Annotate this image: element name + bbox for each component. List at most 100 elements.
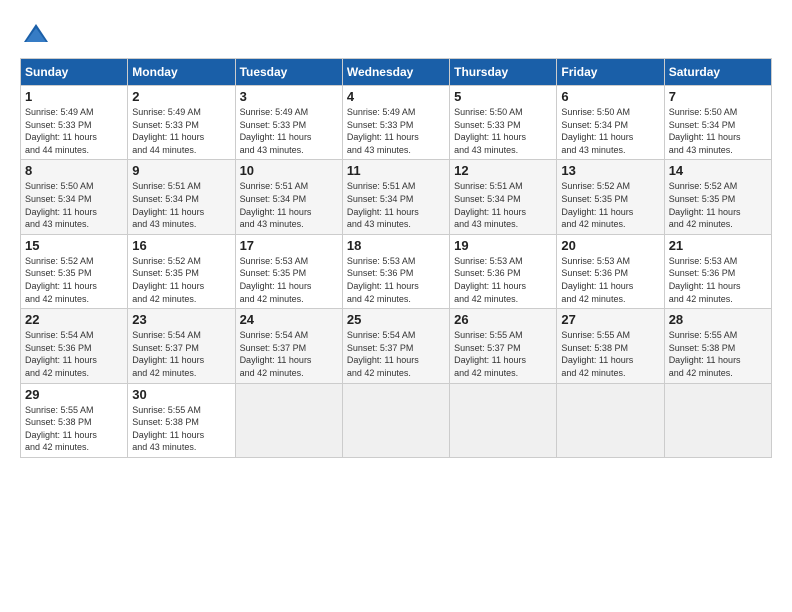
day-info: Sunrise: 5:51 AM Sunset: 5:34 PM Dayligh…	[132, 180, 230, 230]
calendar-cell	[450, 383, 557, 457]
day-number: 7	[669, 89, 767, 104]
day-number: 27	[561, 312, 659, 327]
day-info: Sunrise: 5:54 AM Sunset: 5:36 PM Dayligh…	[25, 329, 123, 379]
day-info: Sunrise: 5:50 AM Sunset: 5:33 PM Dayligh…	[454, 106, 552, 156]
day-number: 24	[240, 312, 338, 327]
calendar-cell: 8 Sunrise: 5:50 AM Sunset: 5:34 PM Daylig…	[21, 160, 128, 234]
day-info: Sunrise: 5:49 AM Sunset: 5:33 PM Dayligh…	[25, 106, 123, 156]
day-number: 12	[454, 163, 552, 178]
calendar-header: SundayMondayTuesdayWednesdayThursdayFrid…	[21, 59, 772, 86]
calendar-cell	[557, 383, 664, 457]
day-info: Sunrise: 5:49 AM Sunset: 5:33 PM Dayligh…	[132, 106, 230, 156]
header-cell-thursday: Thursday	[450, 59, 557, 86]
day-number: 20	[561, 238, 659, 253]
calendar-week-5: 29 Sunrise: 5:55 AM Sunset: 5:38 PM Dayli…	[21, 383, 772, 457]
day-number: 21	[669, 238, 767, 253]
calendar-cell: 24Sunrise: 5:54 AM Sunset: 5:37 PM Dayli…	[235, 309, 342, 383]
logo	[20, 20, 50, 48]
calendar-cell: 11 Sunrise: 5:51 AM Sunset: 5:34 PM Dayli…	[342, 160, 449, 234]
header-row: SundayMondayTuesdayWednesdayThursdayFrid…	[21, 59, 772, 86]
day-info: Sunrise: 5:50 AM Sunset: 5:34 PM Dayligh…	[25, 180, 123, 230]
calendar-cell: 12 Sunrise: 5:51 AM Sunset: 5:34 PM Dayli…	[450, 160, 557, 234]
day-number: 23	[132, 312, 230, 327]
day-info: Sunrise: 5:49 AM Sunset: 5:33 PM Dayligh…	[347, 106, 445, 156]
day-number: 19	[454, 238, 552, 253]
calendar-week-3: 15 Sunrise: 5:52 AM Sunset: 5:35 PM Dayli…	[21, 234, 772, 308]
calendar-week-2: 8 Sunrise: 5:50 AM Sunset: 5:34 PM Daylig…	[21, 160, 772, 234]
calendar-week-4: 22Sunrise: 5:54 AM Sunset: 5:36 PM Dayli…	[21, 309, 772, 383]
day-info: Sunrise: 5:52 AM Sunset: 5:35 PM Dayligh…	[561, 180, 659, 230]
day-number: 9	[132, 163, 230, 178]
calendar-cell: 3 Sunrise: 5:49 AM Sunset: 5:33 PM Daylig…	[235, 86, 342, 160]
day-number: 18	[347, 238, 445, 253]
day-info: Sunrise: 5:53 AM Sunset: 5:36 PM Dayligh…	[454, 255, 552, 305]
day-number: 11	[347, 163, 445, 178]
day-info: Sunrise: 5:51 AM Sunset: 5:34 PM Dayligh…	[347, 180, 445, 230]
day-info: Sunrise: 5:52 AM Sunset: 5:35 PM Dayligh…	[132, 255, 230, 305]
day-info: Sunrise: 5:55 AM Sunset: 5:38 PM Dayligh…	[669, 329, 767, 379]
day-number: 4	[347, 89, 445, 104]
header-cell-monday: Monday	[128, 59, 235, 86]
day-info: Sunrise: 5:53 AM Sunset: 5:36 PM Dayligh…	[561, 255, 659, 305]
calendar-cell: 18Sunrise: 5:53 AM Sunset: 5:36 PM Dayli…	[342, 234, 449, 308]
calendar-cell: 20 Sunrise: 5:53 AM Sunset: 5:36 PM Dayli…	[557, 234, 664, 308]
day-number: 15	[25, 238, 123, 253]
day-info: Sunrise: 5:51 AM Sunset: 5:34 PM Dayligh…	[454, 180, 552, 230]
header-cell-saturday: Saturday	[664, 59, 771, 86]
calendar-body: 1 Sunrise: 5:49 AM Sunset: 5:33 PM Daylig…	[21, 86, 772, 458]
day-number: 6	[561, 89, 659, 104]
calendar-cell	[664, 383, 771, 457]
day-info: Sunrise: 5:52 AM Sunset: 5:35 PM Dayligh…	[25, 255, 123, 305]
calendar-cell: 9 Sunrise: 5:51 AM Sunset: 5:34 PM Daylig…	[128, 160, 235, 234]
day-info: Sunrise: 5:50 AM Sunset: 5:34 PM Dayligh…	[561, 106, 659, 156]
day-info: Sunrise: 5:50 AM Sunset: 5:34 PM Dayligh…	[669, 106, 767, 156]
day-number: 2	[132, 89, 230, 104]
calendar-cell: 10 Sunrise: 5:51 AM Sunset: 5:34 PM Dayli…	[235, 160, 342, 234]
logo-icon	[22, 20, 50, 48]
calendar-cell: 4 Sunrise: 5:49 AM Sunset: 5:33 PM Daylig…	[342, 86, 449, 160]
day-info: Sunrise: 5:55 AM Sunset: 5:38 PM Dayligh…	[561, 329, 659, 379]
day-info: Sunrise: 5:55 AM Sunset: 5:38 PM Dayligh…	[132, 404, 230, 454]
day-number: 29	[25, 387, 123, 402]
day-info: Sunrise: 5:53 AM Sunset: 5:35 PM Dayligh…	[240, 255, 338, 305]
day-number: 17	[240, 238, 338, 253]
calendar-week-1: 1 Sunrise: 5:49 AM Sunset: 5:33 PM Daylig…	[21, 86, 772, 160]
calendar-cell: 17 Sunrise: 5:53 AM Sunset: 5:35 PM Dayli…	[235, 234, 342, 308]
calendar-cell: 26Sunrise: 5:55 AM Sunset: 5:37 PM Dayli…	[450, 309, 557, 383]
day-number: 10	[240, 163, 338, 178]
day-info: Sunrise: 5:55 AM Sunset: 5:37 PM Dayligh…	[454, 329, 552, 379]
calendar-cell: 22Sunrise: 5:54 AM Sunset: 5:36 PM Dayli…	[21, 309, 128, 383]
day-number: 1	[25, 89, 123, 104]
calendar-cell	[342, 383, 449, 457]
day-number: 8	[25, 163, 123, 178]
header-cell-sunday: Sunday	[21, 59, 128, 86]
day-info: Sunrise: 5:55 AM Sunset: 5:38 PM Dayligh…	[25, 404, 123, 454]
calendar-cell: 15 Sunrise: 5:52 AM Sunset: 5:35 PM Dayli…	[21, 234, 128, 308]
header-cell-wednesday: Wednesday	[342, 59, 449, 86]
day-number: 13	[561, 163, 659, 178]
header-cell-tuesday: Tuesday	[235, 59, 342, 86]
calendar-cell: 16 Sunrise: 5:52 AM Sunset: 5:35 PM Dayli…	[128, 234, 235, 308]
day-number: 5	[454, 89, 552, 104]
calendar-table: SundayMondayTuesdayWednesdayThursdayFrid…	[20, 58, 772, 458]
calendar-cell: 30 Sunrise: 5:55 AM Sunset: 5:38 PM Dayli…	[128, 383, 235, 457]
day-number: 28	[669, 312, 767, 327]
calendar-cell: 19 Sunrise: 5:53 AM Sunset: 5:36 PM Dayli…	[450, 234, 557, 308]
calendar-cell: 21 Sunrise: 5:53 AM Sunset: 5:36 PM Dayli…	[664, 234, 771, 308]
page-header	[20, 20, 772, 48]
calendar-cell: 6 Sunrise: 5:50 AM Sunset: 5:34 PM Daylig…	[557, 86, 664, 160]
calendar-cell: 29 Sunrise: 5:55 AM Sunset: 5:38 PM Dayli…	[21, 383, 128, 457]
calendar-cell: 1 Sunrise: 5:49 AM Sunset: 5:33 PM Daylig…	[21, 86, 128, 160]
calendar-cell	[235, 383, 342, 457]
calendar-cell: 5 Sunrise: 5:50 AM Sunset: 5:33 PM Daylig…	[450, 86, 557, 160]
header-cell-friday: Friday	[557, 59, 664, 86]
day-number: 30	[132, 387, 230, 402]
day-info: Sunrise: 5:49 AM Sunset: 5:33 PM Dayligh…	[240, 106, 338, 156]
calendar-cell: 13 Sunrise: 5:52 AM Sunset: 5:35 PM Dayli…	[557, 160, 664, 234]
day-info: Sunrise: 5:51 AM Sunset: 5:34 PM Dayligh…	[240, 180, 338, 230]
calendar-cell: 7 Sunrise: 5:50 AM Sunset: 5:34 PM Daylig…	[664, 86, 771, 160]
day-info: Sunrise: 5:53 AM Sunset: 5:36 PM Dayligh…	[669, 255, 767, 305]
day-number: 3	[240, 89, 338, 104]
calendar-cell: 23Sunrise: 5:54 AM Sunset: 5:37 PM Dayli…	[128, 309, 235, 383]
day-number: 16	[132, 238, 230, 253]
